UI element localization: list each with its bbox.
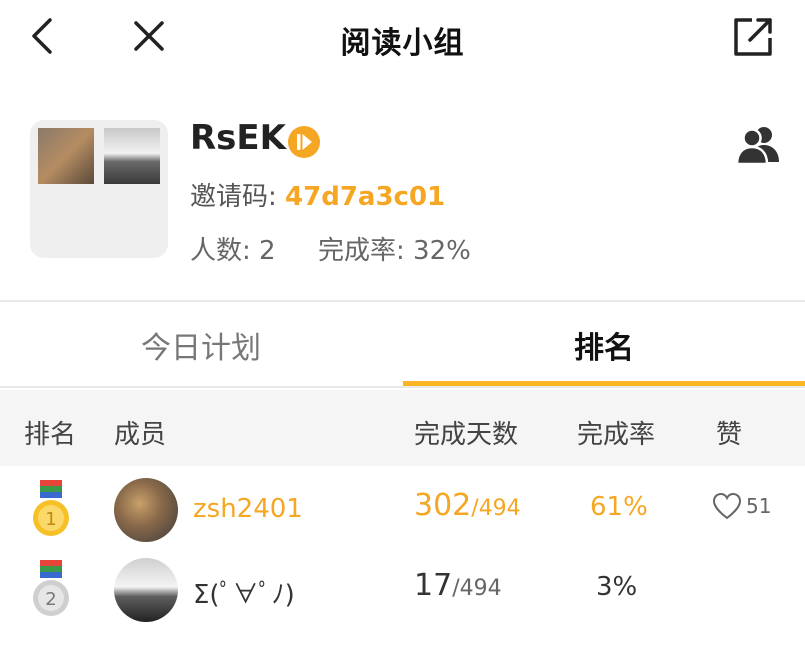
completed-days: 17/494 [414,568,502,603]
invite-code-line: 邀请码: 47d7a3c01 [190,176,445,213]
days-done: 17 [414,568,453,603]
tab-bar: 今日计划 排名 [0,302,805,388]
header-rate: 完成率 [577,420,656,450]
table-row[interactable]: 2 Σ(ﾟ∀ﾟﾉ) 17/494 3% [0,550,805,630]
like-button[interactable]: 51 [712,492,771,520]
members-icon[interactable] [735,124,781,166]
silver-medal-icon: 2 [28,560,74,620]
tab-ranking-label: 排名 [574,331,634,366]
member-thumb-jerry [38,128,94,184]
header-rank: 排名 [24,420,77,450]
completion-rate: 3% [596,572,638,602]
days-total: 494 [459,576,502,601]
tab-today-plan[interactable]: 今日计划 [0,302,402,388]
table-row[interactable]: 1 zsh2401 302/494 61% 51 [0,470,805,550]
ranking-table-header: 排名 成员 完成天数 完成率 赞 [0,390,805,466]
divider [0,386,805,388]
header-days: 完成天数 [414,420,519,450]
header-like: 赞 [716,420,743,450]
share-icon[interactable] [730,14,776,60]
days-separator: / [471,496,479,521]
member-name[interactable]: zsh2401 [193,494,303,524]
invite-label: 邀请码: [190,182,286,212]
avatar[interactable] [114,478,178,542]
completion-rate: 61% [590,492,648,522]
completed-days: 302/494 [414,488,521,523]
tab-ranking[interactable]: 排名 [403,302,805,388]
avatar[interactable] [114,558,178,622]
invite-code[interactable]: 47d7a3c01 [285,182,445,212]
member-count: 人数: 2 [190,236,276,266]
group-completion-rate: 完成率: 32% [318,236,471,266]
group-header: RsEK 邀请码: 47d7a3c01 人数: 2 完成率: 32% [0,110,805,300]
header-member: 成员 [114,420,167,450]
nav-bar: 阅读小组 [0,0,805,78]
member-thumb-bear [104,128,160,184]
rank-number: 1 [45,509,56,530]
page-title: 阅读小组 [340,26,465,61]
vip-badge-icon [288,126,320,158]
group-cover [30,120,168,258]
rank-number: 2 [45,589,56,610]
heart-icon [712,492,742,520]
days-done: 302 [414,488,472,523]
days-separator: / [452,576,460,601]
days-total: 494 [478,496,521,521]
gold-medal-icon: 1 [28,480,74,540]
group-name: RsEK [190,118,286,158]
member-name[interactable]: Σ(ﾟ∀ﾟﾉ) [193,574,295,611]
like-count: 51 [746,494,772,518]
